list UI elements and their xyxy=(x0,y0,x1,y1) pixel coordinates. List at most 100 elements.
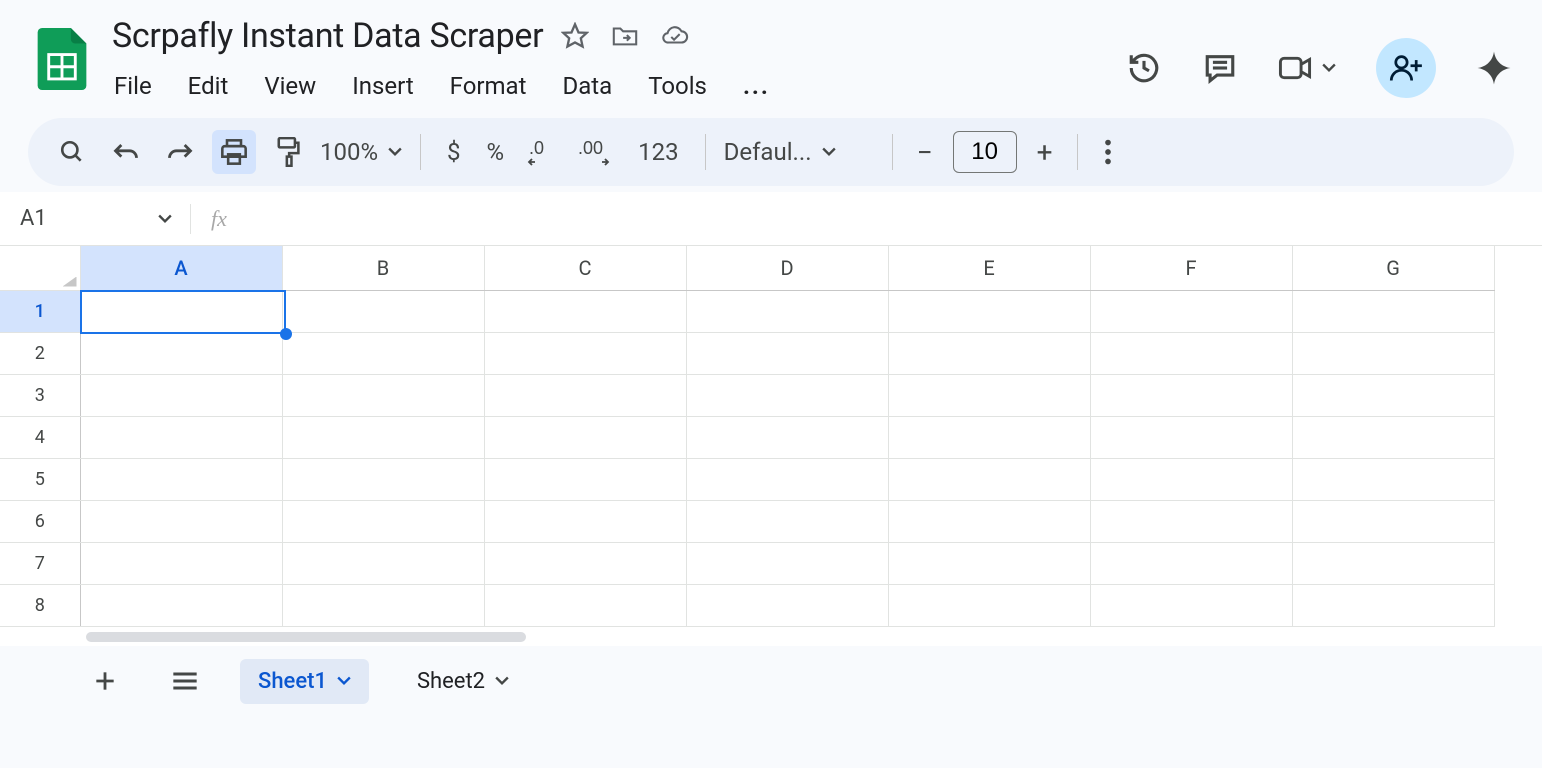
column-header-D[interactable]: D xyxy=(686,246,888,290)
all-sheets-button[interactable] xyxy=(160,656,210,706)
cell-A4[interactable] xyxy=(80,416,282,458)
name-box[interactable]: A1 xyxy=(0,206,190,231)
cell-F2[interactable] xyxy=(1090,332,1292,374)
history-icon[interactable] xyxy=(1126,50,1162,86)
menu-more[interactable]: ... xyxy=(741,70,772,102)
column-header-G[interactable]: G xyxy=(1292,246,1494,290)
zoom-select[interactable]: 100% xyxy=(320,138,402,166)
menu-edit[interactable]: Edit xyxy=(186,70,231,102)
cell-D7[interactable] xyxy=(686,542,888,584)
cell-E2[interactable] xyxy=(888,332,1090,374)
cell-D1[interactable] xyxy=(686,290,888,332)
menu-data[interactable]: Data xyxy=(560,70,614,102)
cell-A2[interactable] xyxy=(80,332,282,374)
cell-A6[interactable] xyxy=(80,500,282,542)
cell-G4[interactable] xyxy=(1292,416,1494,458)
cell-C6[interactable] xyxy=(484,500,686,542)
menu-view[interactable]: View xyxy=(262,70,318,102)
undo-button[interactable] xyxy=(104,130,148,174)
cell-A1[interactable] xyxy=(80,290,282,332)
column-header-C[interactable]: C xyxy=(484,246,686,290)
cell-F6[interactable] xyxy=(1090,500,1292,542)
cell-D3[interactable] xyxy=(686,374,888,416)
doc-title[interactable]: Scrpafly Instant Data Scraper xyxy=(112,16,543,56)
row-header-1[interactable]: 1 xyxy=(0,290,80,332)
row-header-5[interactable]: 5 xyxy=(0,458,80,500)
cell-G5[interactable] xyxy=(1292,458,1494,500)
gemini-icon[interactable] xyxy=(1476,50,1512,86)
cell-E6[interactable] xyxy=(888,500,1090,542)
cell-B7[interactable] xyxy=(282,542,484,584)
more-formats-button[interactable]: 123 xyxy=(630,138,686,166)
select-all-corner[interactable] xyxy=(0,246,80,290)
decrease-decimal-button[interactable]: .0 xyxy=(522,130,566,174)
cell-G1[interactable] xyxy=(1292,290,1494,332)
column-header-B[interactable]: B xyxy=(282,246,484,290)
cell-D5[interactable] xyxy=(686,458,888,500)
cell-E3[interactable] xyxy=(888,374,1090,416)
formula-input[interactable] xyxy=(227,192,1542,245)
star-icon[interactable] xyxy=(561,22,589,50)
add-sheet-button[interactable] xyxy=(80,656,130,706)
column-header-F[interactable]: F xyxy=(1090,246,1292,290)
menu-format[interactable]: Format xyxy=(448,70,529,102)
spreadsheet-grid[interactable]: ABCDEFG 12345678 xyxy=(0,246,1542,646)
paint-format-button[interactable] xyxy=(266,130,310,174)
increase-font-size-button[interactable]: + xyxy=(1031,136,1059,169)
cell-B1[interactable] xyxy=(282,290,484,332)
cell-G8[interactable] xyxy=(1292,584,1494,626)
cell-C1[interactable] xyxy=(484,290,686,332)
column-header-A[interactable]: A xyxy=(80,246,282,290)
toolbar-overflow-button[interactable] xyxy=(1096,139,1120,165)
cell-B3[interactable] xyxy=(282,374,484,416)
cell-C7[interactable] xyxy=(484,542,686,584)
cell-A8[interactable] xyxy=(80,584,282,626)
cell-D4[interactable] xyxy=(686,416,888,458)
cell-B6[interactable] xyxy=(282,500,484,542)
font-select[interactable]: Defaul... xyxy=(724,138,874,166)
move-icon[interactable] xyxy=(611,22,639,50)
caret-down-icon[interactable] xyxy=(337,676,351,686)
cell-C3[interactable] xyxy=(484,374,686,416)
cell-G3[interactable] xyxy=(1292,374,1494,416)
cell-F7[interactable] xyxy=(1090,542,1292,584)
sheet-tab-1[interactable]: Sheet1 xyxy=(240,659,369,704)
cell-G7[interactable] xyxy=(1292,542,1494,584)
meet-button[interactable] xyxy=(1278,55,1336,81)
cell-B4[interactable] xyxy=(282,416,484,458)
row-header-8[interactable]: 8 xyxy=(0,584,80,626)
cloud-status-icon[interactable] xyxy=(661,22,689,50)
row-header-4[interactable]: 4 xyxy=(0,416,80,458)
cell-A5[interactable] xyxy=(80,458,282,500)
cell-C2[interactable] xyxy=(484,332,686,374)
row-header-2[interactable]: 2 xyxy=(0,332,80,374)
cell-D2[interactable] xyxy=(686,332,888,374)
cell-F8[interactable] xyxy=(1090,584,1292,626)
cell-E1[interactable] xyxy=(888,290,1090,332)
increase-decimal-button[interactable]: .00 xyxy=(576,130,620,174)
row-header-6[interactable]: 6 xyxy=(0,500,80,542)
row-header-7[interactable]: 7 xyxy=(0,542,80,584)
percent-button[interactable]: % xyxy=(479,138,513,166)
cell-A7[interactable] xyxy=(80,542,282,584)
cell-E5[interactable] xyxy=(888,458,1090,500)
cell-C4[interactable] xyxy=(484,416,686,458)
cell-A3[interactable] xyxy=(80,374,282,416)
share-button[interactable] xyxy=(1376,38,1436,98)
column-header-E[interactable]: E xyxy=(888,246,1090,290)
cell-F5[interactable] xyxy=(1090,458,1292,500)
cell-F1[interactable] xyxy=(1090,290,1292,332)
font-size-input[interactable] xyxy=(953,131,1017,173)
row-header-3[interactable]: 3 xyxy=(0,374,80,416)
cell-D6[interactable] xyxy=(686,500,888,542)
print-button[interactable] xyxy=(212,130,256,174)
cell-D8[interactable] xyxy=(686,584,888,626)
cell-B2[interactable] xyxy=(282,332,484,374)
menu-insert[interactable]: Insert xyxy=(350,70,415,102)
cell-B5[interactable] xyxy=(282,458,484,500)
comments-icon[interactable] xyxy=(1202,50,1238,86)
caret-down-icon[interactable] xyxy=(495,676,509,686)
cell-G6[interactable] xyxy=(1292,500,1494,542)
cell-C5[interactable] xyxy=(484,458,686,500)
horizontal-scrollbar[interactable] xyxy=(80,628,1542,646)
